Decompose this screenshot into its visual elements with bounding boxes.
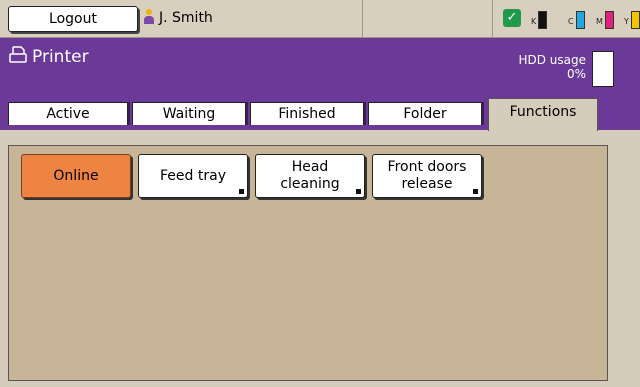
front-doors-release-label: Front doors release [387, 159, 467, 192]
hdd-usage: HDD usage 0% [500, 53, 586, 81]
ink-bar-y [630, 11, 640, 29]
user-icon [143, 9, 155, 25]
page-title-text: Printer [32, 47, 89, 67]
submenu-indicator-icon [356, 189, 361, 194]
feed-tray-label: Feed tray [160, 167, 226, 184]
ink-level-c: C [568, 11, 585, 29]
functions-panel: Online Feed tray Head cleaning Front doo… [8, 145, 608, 381]
hdd-usage-label: HDD usage [518, 53, 586, 67]
front-doors-release-button[interactable]: Front doors release [372, 154, 482, 198]
submenu-indicator-icon [239, 189, 244, 194]
ink-letter: K [531, 17, 537, 26]
head-cleaning-button[interactable]: Head cleaning [255, 154, 365, 198]
user-name: J. Smith [159, 10, 213, 26]
ink-bar-m [604, 11, 614, 29]
logout-button[interactable]: Logout [8, 6, 138, 32]
ink-letter: Y [624, 17, 629, 26]
submenu-indicator-icon [473, 189, 478, 194]
ink-letter: M [596, 17, 603, 26]
ink-bar-c [575, 11, 585, 29]
online-button[interactable]: Online [21, 154, 131, 198]
printer-icon [9, 46, 27, 63]
header-band: Printer HDD usage 0% Active Waiting Fini… [0, 38, 640, 131]
tab-finished[interactable]: Finished [250, 102, 364, 125]
hdd-usage-gauge [592, 51, 614, 87]
tab-active[interactable]: Active [8, 102, 128, 125]
tab-functions[interactable]: Functions [488, 98, 598, 131]
printer-status-icon[interactable]: ✓ [503, 9, 521, 27]
divider [362, 0, 363, 37]
ink-letter: C [568, 17, 574, 26]
ink-level-y: Y [624, 11, 640, 29]
side-gutter [618, 131, 640, 387]
online-label: Online [53, 167, 99, 184]
user-indicator: J. Smith [143, 9, 213, 26]
top-bar: Logout J. Smith ✓ K C M Y [0, 0, 640, 38]
ink-level-m: M [596, 11, 614, 29]
ink-bar-k [538, 11, 548, 29]
page-title: Printer [9, 46, 89, 67]
tab-folder[interactable]: Folder [368, 102, 482, 125]
feed-tray-button[interactable]: Feed tray [138, 154, 248, 198]
divider [492, 0, 493, 37]
hdd-usage-value: 0% [566, 67, 586, 81]
head-cleaning-label: Head cleaning [280, 159, 340, 192]
ink-level-k: K [531, 11, 548, 29]
tab-waiting[interactable]: Waiting [132, 102, 246, 125]
